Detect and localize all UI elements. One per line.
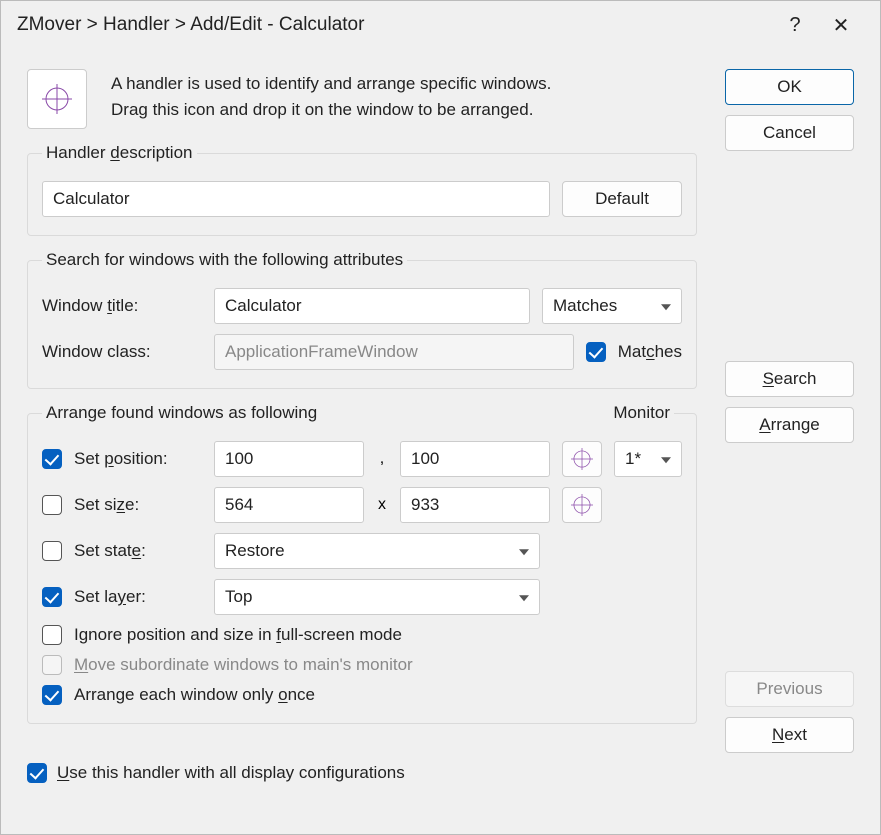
size-height-input[interactable] — [400, 487, 550, 523]
class-match-checkbox[interactable] — [586, 342, 606, 362]
size-width-input[interactable] — [214, 487, 364, 523]
set-state-checkbox[interactable] — [42, 541, 62, 561]
set-size-checkbox[interactable] — [42, 495, 62, 515]
use-handler-label: Use this handler with all display config… — [57, 763, 405, 783]
drag-target-icon[interactable] — [27, 69, 87, 129]
previous-button: Previous — [725, 671, 854, 707]
class-match-label: Matches — [618, 342, 682, 362]
arrange-button[interactable]: Arrange — [725, 407, 854, 443]
search-button[interactable]: Search — [725, 361, 854, 397]
title-match-select[interactable]: Matches — [542, 288, 682, 324]
search-legend: Search for windows with the following at… — [42, 250, 407, 270]
set-size-label: Set size: — [74, 495, 202, 515]
position-x-input[interactable] — [214, 441, 364, 477]
x-separator: x — [376, 496, 388, 514]
handler-description-group: Handler description Default — [27, 143, 697, 236]
arrange-group: Arrange found windows as following Monit… — [27, 403, 697, 724]
handler-description-legend: Handler description — [42, 143, 197, 163]
arrange-once-label: Arrange each window only once — [74, 685, 315, 705]
window-title: ZMover > Handler > Add/Edit - Calculator — [17, 14, 772, 36]
arrange-legend: Arrange found windows as following — [46, 403, 317, 423]
use-handler-checkbox[interactable] — [27, 763, 47, 783]
layer-select[interactable]: Top — [214, 579, 540, 615]
intro-text: A handler is used to identify and arrang… — [111, 69, 551, 122]
set-position-label: Set position: — [74, 449, 202, 469]
set-layer-checkbox[interactable] — [42, 587, 62, 607]
set-layer-label: Set layer: — [74, 587, 202, 607]
set-state-label: Set state: — [74, 541, 202, 561]
pick-position-button[interactable] — [562, 441, 602, 477]
arrange-once-checkbox[interactable] — [42, 685, 62, 705]
cancel-button[interactable]: Cancel — [725, 115, 854, 151]
position-y-input[interactable] — [400, 441, 550, 477]
ignore-fullscreen-checkbox[interactable] — [42, 625, 62, 645]
next-button[interactable]: Next — [725, 717, 854, 753]
window-class-label: Window class: — [42, 342, 202, 362]
close-icon[interactable]: ✕ — [818, 13, 864, 38]
pick-size-button[interactable] — [562, 487, 602, 523]
titlebar: ZMover > Handler > Add/Edit - Calculator… — [1, 1, 880, 49]
ok-button[interactable]: OK — [725, 69, 854, 105]
monitor-label: Monitor — [613, 403, 670, 423]
help-icon[interactable]: ? — [772, 14, 818, 37]
set-position-checkbox[interactable] — [42, 449, 62, 469]
window-title-input[interactable] — [214, 288, 530, 324]
default-button[interactable]: Default — [562, 181, 682, 217]
description-input[interactable] — [42, 181, 550, 217]
move-subordinate-label: Move subordinate windows to main's monit… — [74, 655, 413, 675]
window-class-input — [214, 334, 574, 370]
search-group: Search for windows with the following at… — [27, 250, 697, 389]
state-select[interactable]: Restore — [214, 533, 540, 569]
comma-separator: , — [376, 450, 388, 468]
ignore-fullscreen-label: Ignore position and size in full-screen … — [74, 625, 402, 645]
monitor-select[interactable]: 1* — [614, 441, 682, 477]
move-subordinate-checkbox — [42, 655, 62, 675]
window-title-label: Window title: — [42, 296, 202, 316]
